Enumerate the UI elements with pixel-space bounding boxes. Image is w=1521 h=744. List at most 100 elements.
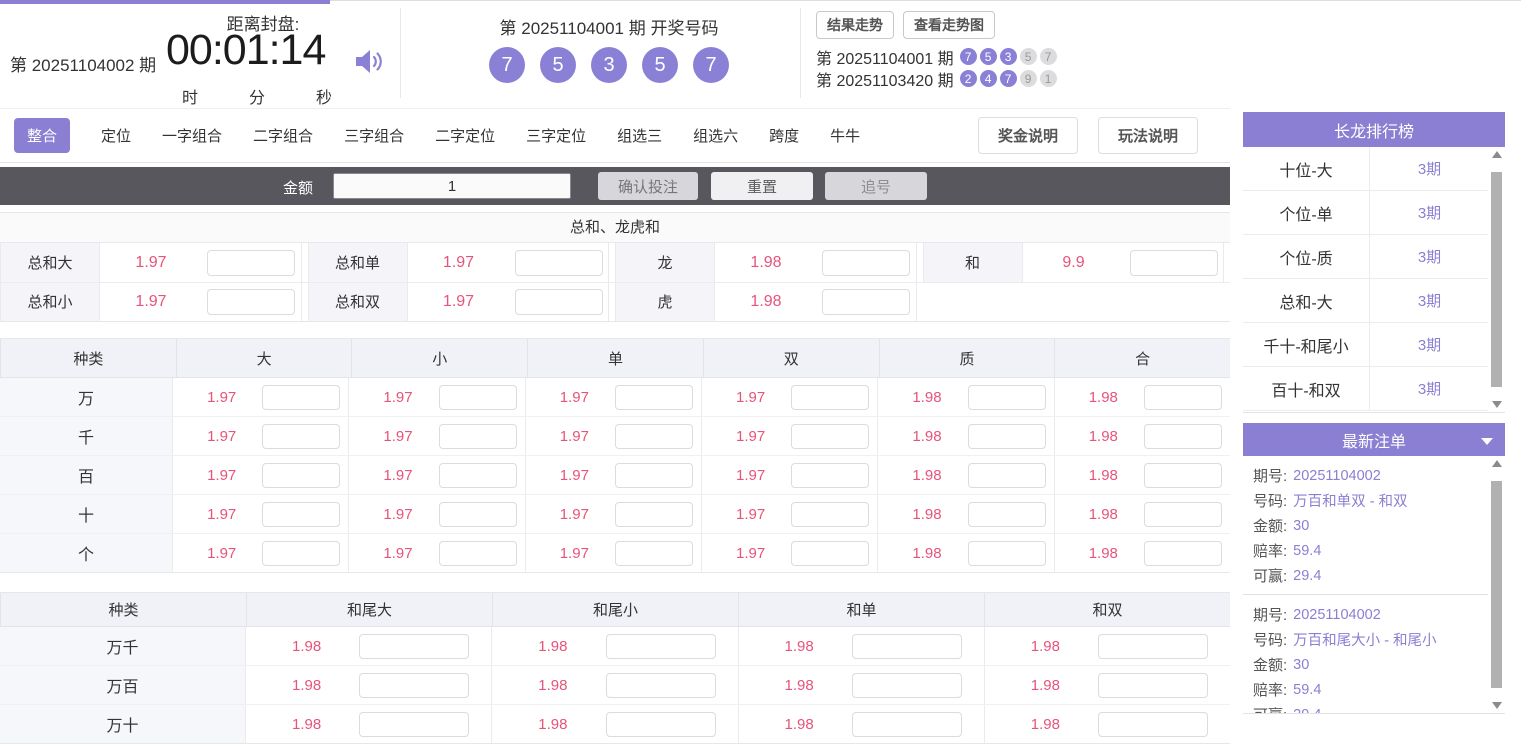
bet-amount-field[interactable]	[1143, 423, 1222, 449]
bet-amount-field[interactable]	[967, 384, 1046, 410]
bet-amount-field[interactable]	[614, 462, 693, 488]
nav-tab[interactable]: 一字组合	[162, 118, 222, 153]
scroll-down-icon[interactable]	[1491, 702, 1502, 709]
reset-button[interactable]: 重置	[711, 172, 813, 200]
bet-amount-field[interactable]	[207, 249, 296, 276]
panel-title: 长龙排行榜	[1333, 123, 1414, 141]
bet-amount-field[interactable]	[438, 540, 517, 566]
trend-button[interactable]: 结果走势	[816, 11, 894, 39]
scrollbar-thumb[interactable]	[1491, 481, 1502, 688]
bet-amount-field[interactable]	[359, 672, 470, 698]
bet-amount-field[interactable]	[262, 423, 341, 449]
bet-amount-field[interactable]	[851, 711, 962, 737]
table-row: 个 1.97 1.97 1.97 1.97 1.98 1.98	[0, 533, 1230, 572]
bet-amount-field[interactable]	[791, 540, 870, 566]
bet-amount-field[interactable]	[262, 462, 341, 488]
help-button[interactable]: 奖金说明	[977, 117, 1078, 154]
nav-tab[interactable]: 二字组合	[253, 118, 313, 153]
confirm-bet-button[interactable]: 确认投注	[598, 172, 698, 200]
bet-amount-field[interactable]	[262, 501, 341, 527]
bet-amount-field[interactable]	[514, 249, 603, 276]
bet-amount-field[interactable]	[967, 501, 1046, 527]
scrollbar-thumb[interactable]	[1491, 172, 1502, 387]
help-button[interactable]: 玩法说明	[1097, 117, 1198, 154]
bet-amount-field[interactable]	[851, 672, 962, 698]
bet-amount-field[interactable]	[614, 501, 693, 527]
chase-number-button[interactable]: 追号	[825, 172, 927, 200]
bet-amount-field[interactable]	[967, 462, 1046, 488]
bet-amount-field[interactable]	[1098, 672, 1208, 698]
minute-label: 分	[248, 90, 265, 107]
bet-amount-field[interactable]	[262, 384, 341, 410]
bet-amount-field[interactable]	[438, 423, 517, 449]
collapse-chevron-icon[interactable]	[1481, 438, 1493, 445]
trend-button[interactable]: 查看走势图	[903, 11, 995, 39]
dragon-row[interactable]: 千十-和尾小 3期	[1243, 323, 1505, 367]
dragon-row[interactable]: 个位-单 3期	[1243, 191, 1505, 235]
scroll-up-icon[interactable]	[1491, 151, 1502, 158]
bet-amount-field[interactable]	[438, 501, 517, 527]
order-field-label: 期号:	[1253, 607, 1288, 624]
bet-amount-field[interactable]	[1143, 501, 1222, 527]
bet-amount-field[interactable]	[967, 540, 1046, 566]
order-line: 金额: 30	[1253, 513, 1478, 538]
scroll-down-icon[interactable]	[1491, 401, 1502, 408]
bet-amount-field[interactable]	[1098, 711, 1208, 737]
bet-amount-field[interactable]	[605, 633, 716, 659]
nav-tab[interactable]: 组选六	[693, 118, 738, 153]
bet-amount-field[interactable]	[438, 462, 517, 488]
bet-amount-field[interactable]	[791, 423, 870, 449]
dragon-row[interactable]: 总和-大 3期	[1243, 279, 1505, 323]
nav-tab[interactable]: 定位	[101, 118, 131, 153]
amount-input[interactable]	[333, 173, 571, 199]
bet-amount-field[interactable]	[822, 288, 911, 315]
scroll-up-icon[interactable]	[1491, 460, 1502, 467]
bet-amount-field[interactable]	[822, 249, 911, 276]
nav-tab[interactable]: 三字定位	[526, 118, 586, 153]
nav-tab[interactable]: 三字组合	[344, 118, 404, 153]
odds-cell: 1.98	[877, 495, 1053, 533]
dragon-row[interactable]: 百十-和双 3期	[1243, 367, 1505, 411]
bet-amount-field[interactable]	[791, 384, 870, 410]
bet-amount-field[interactable]	[851, 633, 962, 659]
odds-cell: 1.98	[877, 417, 1053, 455]
bet-amount-field[interactable]	[614, 540, 693, 566]
bet-amount-field[interactable]	[262, 540, 341, 566]
nav-tab[interactable]: 牛牛	[830, 118, 860, 153]
history-row: 第 20251104001 期 75357	[816, 46, 1060, 68]
bet-amount-field[interactable]	[1143, 384, 1222, 410]
dragon-row[interactable]: 十位-大 3期	[1243, 147, 1505, 191]
bet-amount-field[interactable]	[791, 462, 870, 488]
scrollbar[interactable]	[1488, 456, 1505, 713]
dragon-row[interactable]: 个位-质 3期	[1243, 235, 1505, 279]
dragon-streak: 3期	[1417, 381, 1442, 398]
sum-bet-cell: 总和大 1.97	[0, 243, 302, 282]
bet-amount-field[interactable]	[1098, 633, 1208, 659]
bet-amount-field[interactable]	[791, 501, 870, 527]
bet-amount-field[interactable]	[1129, 249, 1218, 276]
bet-amount-field[interactable]	[1143, 462, 1222, 488]
bet-amount-field[interactable]	[614, 384, 693, 410]
speaker-icon[interactable]	[354, 48, 384, 78]
bet-amount-field[interactable]	[967, 423, 1046, 449]
nav-tab[interactable]: 整合	[14, 118, 71, 153]
sum-grid: 总和大 1.97 总和单 1.97 龙 1.98 和 9.9 总和小 1.97 …	[0, 243, 1230, 321]
bet-amount-field[interactable]	[359, 633, 470, 659]
amount-label: 金额	[283, 180, 314, 197]
bet-amount-field[interactable]	[359, 711, 470, 737]
odds-value: 1.97	[559, 388, 589, 406]
bet-amount-field[interactable]	[614, 423, 693, 449]
bet-amount-field[interactable]	[605, 711, 716, 737]
nav-tab[interactable]: 组选三	[617, 118, 662, 153]
scrollbar[interactable]	[1488, 147, 1505, 412]
bet-amount-field[interactable]	[438, 384, 517, 410]
bet-amount-field[interactable]	[514, 288, 603, 315]
bet-amount-field[interactable]	[1143, 540, 1222, 566]
odds-cell: 1.98	[245, 666, 491, 704]
bet-amount-field[interactable]	[207, 288, 296, 315]
row-cells: 1.97 1.97 1.97 1.97 1.98 1.98	[172, 456, 1230, 494]
nav-tab[interactable]: 跨度	[769, 118, 799, 153]
bet-amount-field[interactable]	[605, 672, 716, 698]
nav-tab[interactable]: 二字定位	[435, 118, 495, 153]
odds-cell: 1.98	[491, 627, 737, 665]
